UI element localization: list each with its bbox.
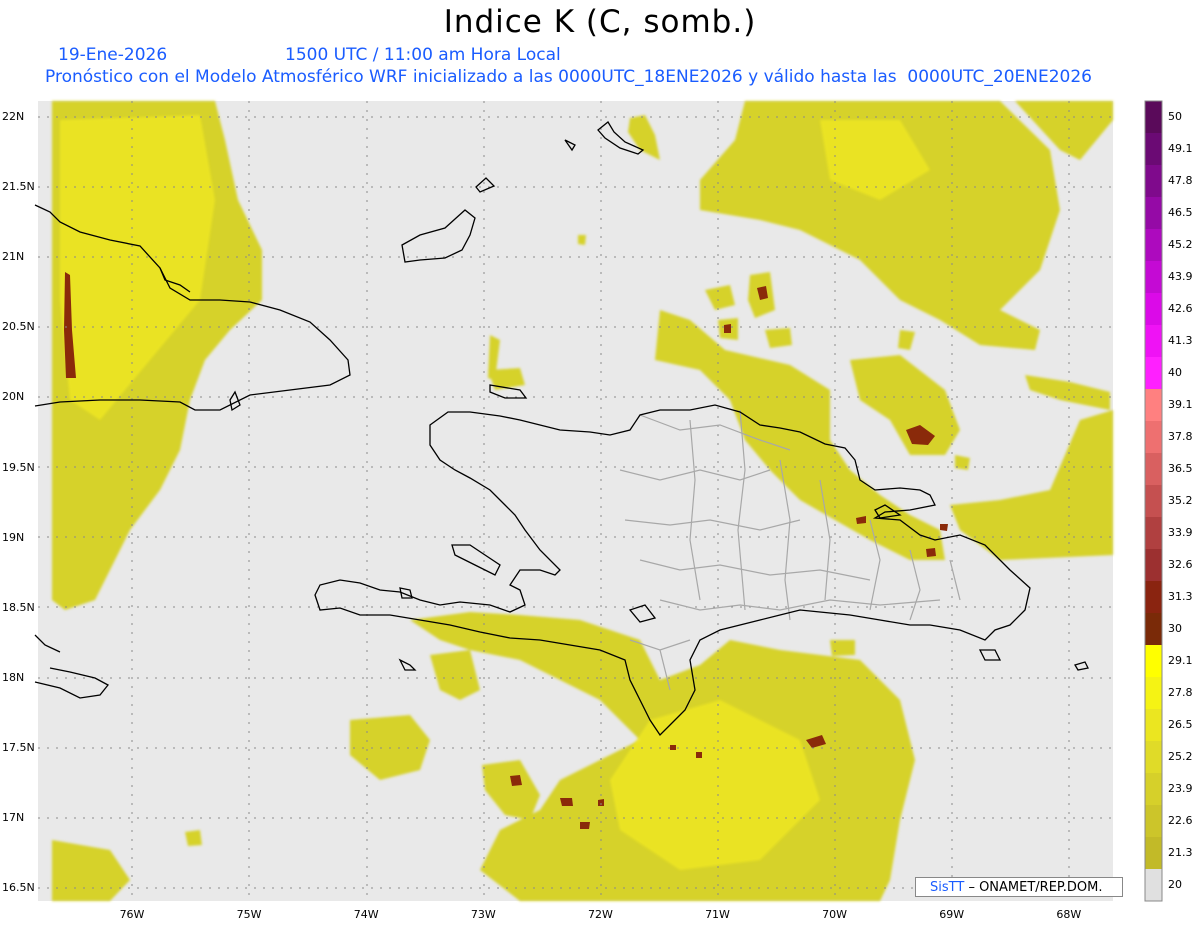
lat-label: 18.5N (2, 600, 35, 614)
colorbar-swatch (1145, 485, 1162, 518)
lon-label: 72W (587, 908, 613, 921)
colorbar-label: 43.9 (1168, 270, 1193, 283)
lon-label: 74W (353, 908, 379, 921)
colorbar-label: 20 (1168, 878, 1182, 891)
colorbar-swatch (1145, 773, 1162, 806)
colorbar-swatch (1145, 837, 1162, 870)
lon-label: 69W (939, 908, 965, 921)
lat-label: 19N (2, 530, 25, 544)
colorbar-swatch (1145, 197, 1162, 230)
colorbar-label: 30 (1168, 622, 1182, 635)
colorbar-swatch (1145, 677, 1162, 710)
colorbar-label: 33.9 (1168, 526, 1193, 539)
colorbar-swatch (1145, 165, 1162, 198)
colorbar-swatch (1145, 613, 1162, 646)
colorbar-label: 32.6 (1168, 558, 1193, 571)
colorbar-swatch (1145, 133, 1162, 166)
colorbar-label: 35.2 (1168, 494, 1193, 507)
lat-label: 17N (2, 811, 25, 824)
lon-label: 71W (705, 908, 730, 921)
colorbar-swatch (1145, 805, 1162, 838)
colorbar-label: 29.1 (1168, 654, 1193, 667)
credit-text: – ONAMET/REP.DOM. (968, 880, 1103, 895)
colorbar-label: 47.8 (1168, 174, 1193, 187)
colorbar-swatch (1145, 581, 1162, 614)
colorbar-label: 50 (1168, 110, 1182, 123)
colorbar-label: 49.1 (1168, 142, 1193, 155)
colorbar-label: 42.6 (1168, 302, 1193, 315)
colorbar-label: 26.5 (1168, 718, 1193, 731)
lon-label: 76W (119, 908, 145, 921)
lat-label: 22N (2, 110, 25, 123)
lon-label: 73W (470, 908, 496, 921)
colorbar-swatch (1145, 101, 1162, 134)
lat-label: 20N (2, 390, 25, 404)
colorbar-swatch (1145, 517, 1162, 550)
colorbar-label: 36.5 (1168, 462, 1193, 475)
colorbar-label: 39.1 (1168, 398, 1193, 411)
colorbar-label: 46.5 (1168, 206, 1193, 219)
colorbar-swatch (1145, 357, 1162, 390)
lat-label: 20.5N (2, 320, 35, 334)
colorbar-swatch (1145, 869, 1162, 902)
lat-label: 19.5N (2, 460, 35, 474)
lon-label: 70W (822, 908, 848, 921)
lat-label: 21.5N (2, 180, 35, 194)
lat-label: 17.5N (2, 740, 35, 754)
colorbar-swatch (1145, 741, 1162, 774)
lon-label: 75W (236, 908, 262, 921)
lon-label: 68W (1056, 908, 1082, 921)
colorbar-swatch (1145, 645, 1162, 678)
colorbar-label: 21.3 (1168, 846, 1193, 859)
colorbar-swatch (1145, 549, 1162, 582)
colorbar-label: 40 (1168, 366, 1182, 379)
sistt-logo: SisTT (930, 880, 965, 895)
colorbar-swatch (1145, 229, 1162, 262)
colorbar-swatch (1145, 325, 1162, 358)
colorbar-label: 27.8 (1168, 686, 1193, 699)
map-canvas (34, 100, 1163, 902)
colorbar-label: 25.2 (1168, 750, 1193, 763)
colorbar-swatch (1145, 453, 1162, 486)
lat-label: 18N (2, 670, 25, 684)
colorbar-label: 22.6 (1168, 814, 1193, 827)
colorbar-swatch (1145, 261, 1162, 294)
colorbar (1144, 100, 1163, 902)
colorbar-label: 41.3 (1168, 334, 1193, 347)
colorbar-label: 45.2 (1168, 238, 1193, 251)
colorbar-label: 37.8 (1168, 430, 1193, 443)
lat-label: 21N (2, 250, 25, 264)
colorbar-label: 31.3 (1168, 590, 1193, 603)
colorbar-swatch (1145, 421, 1162, 454)
colorbar-label: 23.9 (1168, 782, 1193, 795)
colorbar-swatch (1145, 293, 1162, 326)
colorbar-swatch (1145, 709, 1162, 742)
colorbar-swatch (1145, 389, 1162, 422)
credit-box: SisTT – ONAMET/REP.DOM. (915, 877, 1123, 897)
lat-label: 16.5N (2, 881, 35, 895)
